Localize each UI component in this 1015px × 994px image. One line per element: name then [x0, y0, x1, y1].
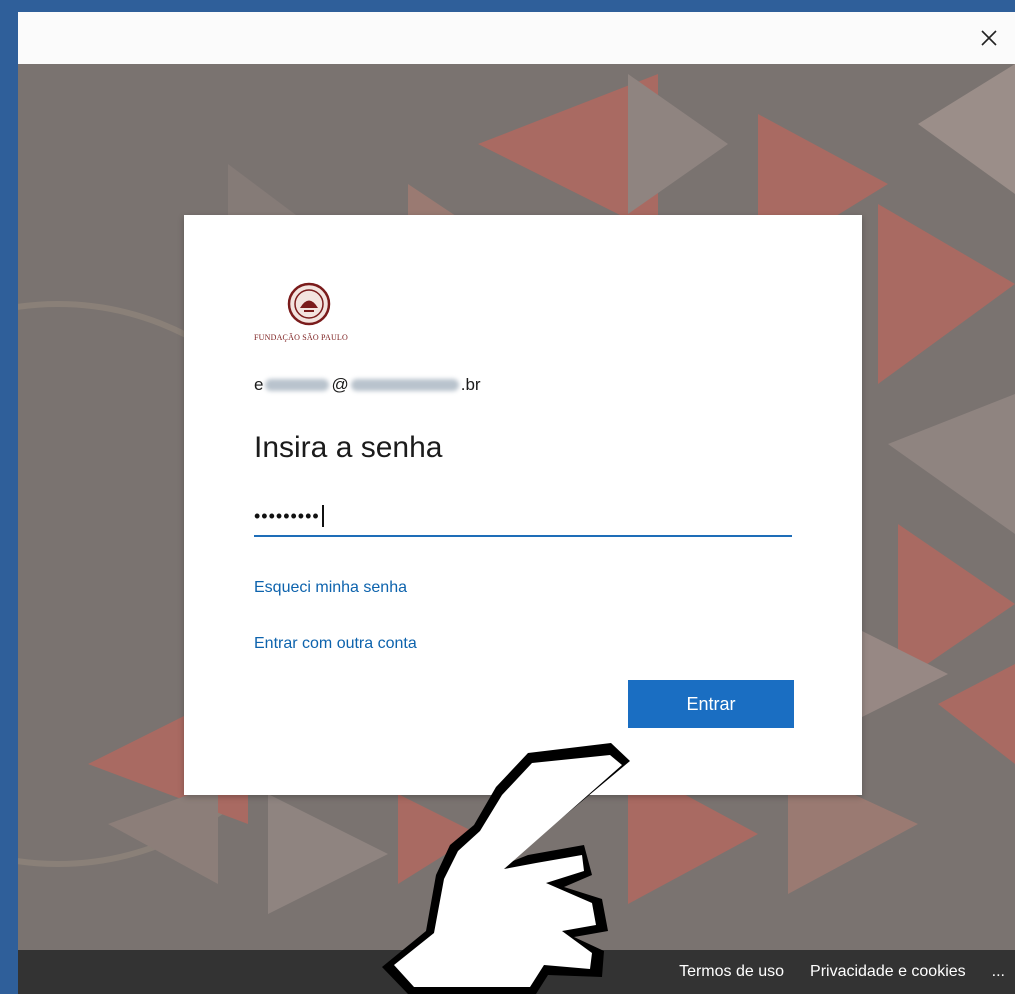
- redacted-username: [265, 379, 330, 391]
- seal-logo-icon: [287, 282, 331, 326]
- page-title: Insira a senha: [254, 431, 443, 464]
- sign-in-dialog: FUNDAÇÃO SÃO PAULO e @ .br Insira a senh…: [184, 215, 862, 795]
- text-caret: [321, 505, 324, 527]
- more-options-button[interactable]: ...: [992, 963, 1005, 981]
- logo-caption: FUNDAÇÃO SÃO PAULO: [254, 333, 348, 342]
- other-account-link[interactable]: Entrar com outra conta: [254, 635, 417, 653]
- title-bar: [18, 12, 1015, 65]
- email-prefix: e: [254, 375, 264, 394]
- email-suffix: .br: [460, 375, 481, 394]
- email-at: @: [331, 375, 349, 394]
- password-value: •••••••••: [254, 505, 320, 526]
- privacy-link[interactable]: Privacidade e cookies: [810, 963, 966, 981]
- organization-logo: FUNDAÇÃO SÃO PAULO: [254, 281, 364, 343]
- redacted-domain: [350, 379, 459, 391]
- close-icon: [981, 30, 997, 46]
- account-identity: e @ .br: [254, 375, 481, 395]
- terms-link[interactable]: Termos de uso: [679, 963, 784, 981]
- pointing-hand-cursor-icon: [382, 743, 630, 994]
- password-input[interactable]: •••••••••: [254, 497, 792, 537]
- submit-button[interactable]: Entrar: [628, 680, 794, 728]
- forgot-password-link[interactable]: Esqueci minha senha: [254, 579, 407, 597]
- close-button[interactable]: [971, 20, 1007, 56]
